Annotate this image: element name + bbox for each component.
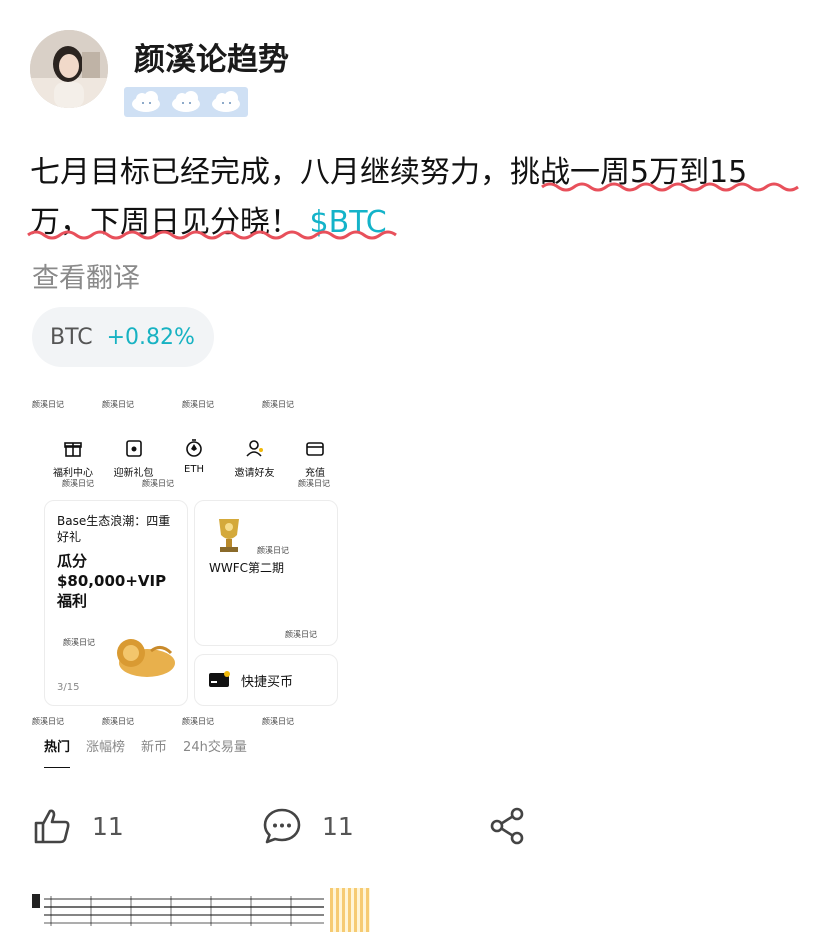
avatar-photo <box>30 30 108 108</box>
embedded-screenshot[interactable]: 颜溪日记 颜溪日记 颜溪日记 颜溪日记 福利中心 迎新礼包 ETH 邀请好友 充… <box>30 390 352 768</box>
author-avatar[interactable] <box>30 30 108 108</box>
watermark: 颜溪日记 <box>257 546 289 555</box>
quick-action-deposit[interactable]: 充值 <box>286 438 344 479</box>
watermark: 颜溪日记 <box>262 400 294 409</box>
eth-icon <box>186 439 202 457</box>
promo-card-highlight: 瓜分$80,000+VIP福利 <box>57 552 167 610</box>
trophy-icon <box>219 519 239 552</box>
wallet-icon <box>306 442 324 456</box>
quick-action-label: 充值 <box>305 468 325 479</box>
watermark: 颜溪日记 <box>102 400 134 409</box>
thumbs-up-icon <box>34 809 70 844</box>
next-post-preview <box>30 888 370 932</box>
share-icon <box>490 807 524 845</box>
comment-icon <box>263 808 301 844</box>
author-name[interactable]: 颜溪论趋势 <box>134 34 289 79</box>
like-count: 11 <box>92 811 124 841</box>
quick-action-invite[interactable]: 邀请好友 <box>226 438 284 479</box>
chip-change: +0.82% <box>106 324 195 350</box>
watermark: 颜溪日记 <box>298 479 330 488</box>
quick-buy-card[interactable]: 快捷买币 <box>194 654 338 706</box>
like-button[interactable]: 11 <box>32 806 124 846</box>
gift-icon <box>64 442 82 457</box>
quick-action-welfare[interactable]: 福利中心 <box>44 438 102 479</box>
tab-new-coins[interactable]: 新币 <box>141 736 167 755</box>
quick-action-label: 迎新礼包 <box>113 468 154 479</box>
market-tabs: 热门 涨幅榜 新币 24h交易量 <box>44 736 247 768</box>
event-card-title: WWFC第二期 <box>209 561 285 575</box>
watermark: 颜溪日记 <box>32 400 64 409</box>
credit-card-icon <box>209 671 230 687</box>
quick-buy-label: 快捷买币 <box>241 674 294 690</box>
tab-gainers[interactable]: 涨幅榜 <box>86 736 125 755</box>
highlight-underline <box>541 182 799 192</box>
ticker-chip[interactable]: BTC +0.82% <box>32 307 214 367</box>
highlight-underline-2 <box>27 230 397 240</box>
quick-action-label: 邀请好友 <box>234 468 275 479</box>
quick-actions: 福利中心 迎新礼包 ETH 邀请好友 充值 <box>44 438 344 479</box>
user-badge <box>124 87 248 117</box>
promo-card-title: Base生态浪潮：四重好礼 <box>57 514 171 544</box>
invite-icon <box>245 440 263 457</box>
quick-action-eth[interactable]: ETH <box>165 438 223 479</box>
view-translation-link[interactable]: 查看翻译 <box>32 256 140 295</box>
glitch-texture <box>32 894 324 926</box>
promo-card[interactable]: Base生态浪潮：四重好礼 瓜分$80,000+VIP福利 颜溪日记 3/15 <box>44 500 188 706</box>
carousel-page-indicator: 3/15 <box>57 682 80 693</box>
watermark: 颜溪日记 <box>63 638 95 647</box>
coin-image-fragment <box>330 888 370 932</box>
comment-count: 11 <box>322 811 354 841</box>
post-actions: 11 11 <box>32 806 552 856</box>
watermark: 颜溪日记 <box>182 400 214 409</box>
watermark: 颜溪日记 <box>32 717 64 726</box>
watermark: 颜溪日记 <box>62 479 94 488</box>
watermark: 颜溪日记 <box>102 717 134 726</box>
tab-hot[interactable]: 热门 <box>44 736 71 768</box>
comment-button[interactable]: 11 <box>262 806 354 846</box>
quick-action-newbie[interactable]: 迎新礼包 <box>105 438 163 479</box>
watermark: 颜溪日记 <box>262 717 294 726</box>
quick-action-label: ETH <box>184 464 204 475</box>
watermark: 颜溪日记 <box>285 630 317 639</box>
quick-action-label: 福利中心 <box>53 468 93 479</box>
watermark: 颜溪日记 <box>142 479 174 488</box>
share-button[interactable] <box>488 806 528 846</box>
lion-icon <box>117 639 175 677</box>
giftbox-icon <box>125 440 142 457</box>
chip-symbol: BTC <box>50 324 93 350</box>
cloud-icon <box>132 91 240 112</box>
watermark: 颜溪日记 <box>182 717 214 726</box>
tab-24h-volume[interactable]: 24h交易量 <box>183 736 247 755</box>
event-card[interactable]: 颜溪日记 WWFC第二期 颜溪日记 <box>194 500 338 646</box>
